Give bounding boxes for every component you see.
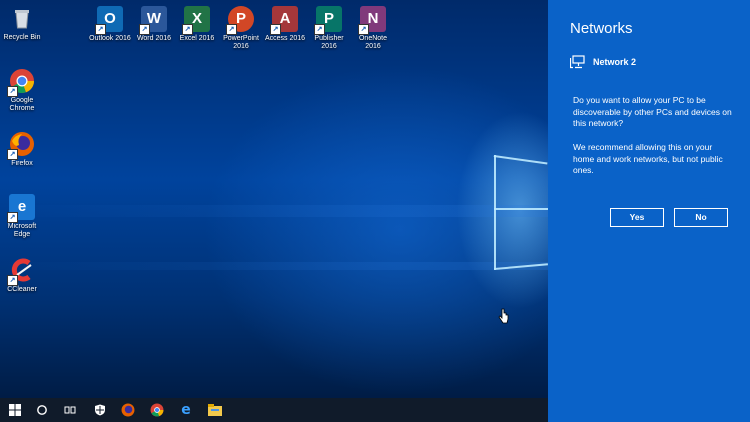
icon-label: CCleaner <box>7 286 37 293</box>
shortcut-arrow-icon: ↗ <box>7 149 18 160</box>
ethernet-icon <box>570 55 585 69</box>
recommendation-text: We recommend allowing this on your home … <box>573 142 723 175</box>
desktop-icon-word[interactable]: W ↗ Word 2016 <box>132 6 176 43</box>
search-icon[interactable] <box>34 402 50 418</box>
desktop-icon-excel[interactable]: X ↗ Excel 2016 <box>175 6 219 43</box>
recycle-bin-icon <box>9 5 35 31</box>
networks-panel: Networks Network 2 Do you want to allow … <box>548 0 750 422</box>
shortcut-arrow-icon: ↗ <box>182 24 193 35</box>
file-explorer-icon[interactable] <box>207 402 223 418</box>
desktop[interactable]: Recycle Bin ↗ Google Chrome ↗ Firefox e … <box>0 0 548 398</box>
icon-label: Microsoft Edge <box>7 223 37 238</box>
desktop-icon-onenote[interactable]: N ↗ OneNote 2016 <box>351 6 395 51</box>
discoverable-question: Do you want to allow your PC to be disco… <box>573 95 732 128</box>
icon-label: Google Chrome <box>9 97 35 112</box>
security-icon[interactable] <box>92 402 108 418</box>
shortcut-arrow-icon: ↗ <box>270 24 281 35</box>
window-pane-edge <box>494 155 496 270</box>
icon-label: PowerPoint 2016 <box>223 35 259 50</box>
icon-label: Access 2016 <box>264 35 306 42</box>
firefox-icon: ↗ <box>7 131 35 160</box>
shortcut-arrow-icon: ↗ <box>139 24 150 35</box>
outlook-icon: O ↗ <box>95 6 123 35</box>
onenote-icon: N ↗ <box>358 6 386 35</box>
icon-label: Word 2016 <box>136 35 172 42</box>
network-name: Network 2 <box>593 57 637 67</box>
icon-label: OneNote 2016 <box>358 35 388 50</box>
desktop-icon-access[interactable]: A ↗ Access 2016 <box>263 6 307 43</box>
desktop-icon-google-chrome[interactable]: ↗ Google Chrome <box>0 68 44 113</box>
task-view-icon[interactable] <box>62 402 78 418</box>
desktop-icon-microsoft-edge[interactable]: e ↗ Microsoft Edge <box>0 194 44 239</box>
publisher-icon: P ↗ <box>314 6 342 35</box>
desktop-icon-firefox[interactable]: ↗ Firefox <box>0 131 44 168</box>
firefox-icon[interactable] <box>120 402 136 418</box>
shortcut-arrow-icon: ↗ <box>7 275 18 286</box>
icon-label: Outlook 2016 <box>89 35 131 42</box>
access-icon: A ↗ <box>270 6 298 35</box>
chrome-icon[interactable] <box>149 402 165 418</box>
panel-title: Networks <box>570 20 633 37</box>
desktop-icon-powerpoint[interactable]: P ↗ PowerPoint 2016 <box>219 6 263 51</box>
excel-icon: X ↗ <box>182 6 210 35</box>
window-pane-edge <box>493 155 548 165</box>
chrome-icon: ↗ <box>7 68 35 97</box>
shortcut-arrow-icon: ↗ <box>7 86 18 97</box>
light-beam <box>0 262 548 270</box>
yes-button[interactable]: Yes <box>610 208 664 227</box>
powerpoint-icon: P ↗ <box>226 6 254 35</box>
desktop-icon-publisher[interactable]: P ↗ Publisher 2016 <box>307 6 351 51</box>
shortcut-arrow-icon: ↗ <box>7 212 18 223</box>
icon-label: Publisher 2016 <box>314 35 344 50</box>
icon-label: Recycle Bin <box>3 34 41 41</box>
no-button[interactable]: No <box>674 208 728 227</box>
shortcut-arrow-icon: ↗ <box>226 24 237 35</box>
light-beam <box>0 205 548 217</box>
shortcut-arrow-icon: ↗ <box>314 24 325 35</box>
desktop-icon-outlook[interactable]: O ↗ Outlook 2016 <box>88 6 132 43</box>
word-icon: W ↗ <box>139 6 167 35</box>
ccleaner-icon: ↗ <box>7 257 35 286</box>
desktop-icon-ccleaner[interactable]: ↗ CCleaner <box>0 257 44 294</box>
mouse-cursor-icon <box>498 308 509 324</box>
shortcut-arrow-icon: ↗ <box>95 24 106 35</box>
icon-label: Firefox <box>11 160 33 167</box>
start-icon[interactable] <box>7 402 23 418</box>
edge-icon[interactable]: e <box>178 402 194 418</box>
taskbar: e <box>0 398 548 422</box>
edge-icon: e ↗ <box>7 194 35 223</box>
icon-label: Excel 2016 <box>179 35 215 42</box>
window-pane-edge <box>494 208 548 210</box>
shortcut-arrow-icon: ↗ <box>358 24 369 35</box>
desktop-icon-recycle-bin[interactable]: Recycle Bin <box>0 5 44 42</box>
